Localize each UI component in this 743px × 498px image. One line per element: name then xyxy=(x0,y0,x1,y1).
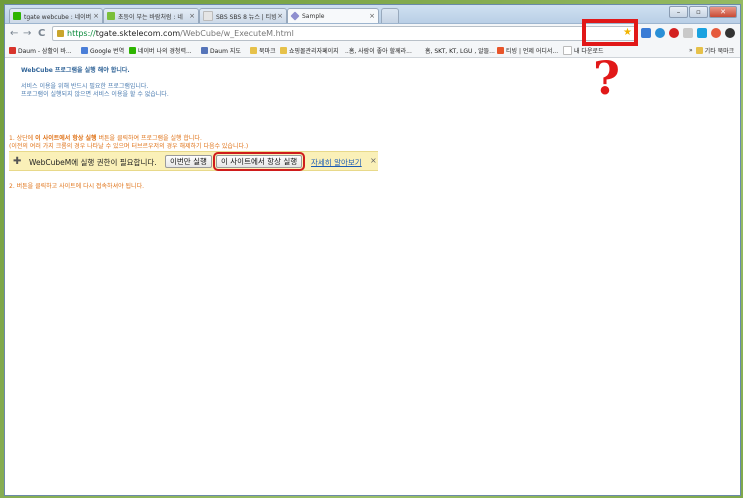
bookmark-folder[interactable]: 북마크 xyxy=(250,46,276,55)
bookmark-label: 흠, SKT, KT, LGU , 알뜰... xyxy=(425,48,495,55)
tab-sbs-tving[interactable]: SBS SBS 8 뉴스 | 티빙 × xyxy=(199,8,287,23)
close-button[interactable]: ✕ xyxy=(709,6,737,18)
bookmark-folder[interactable]: 쇼핑몰관리자페이지 xyxy=(280,46,339,55)
daum-icon xyxy=(9,47,16,54)
annotation-highlight-box xyxy=(582,19,638,46)
tab-sample[interactable]: Sample × xyxy=(287,8,379,23)
tab-close-icon[interactable]: × xyxy=(277,12,283,20)
folder-icon xyxy=(695,47,703,54)
google-icon xyxy=(81,47,88,54)
tab-label: 초등이 부는 바람처럼 : 네 xyxy=(118,13,183,21)
back-button[interactable]: ← xyxy=(10,28,18,40)
reload-button[interactable]: C xyxy=(38,28,45,40)
step-1-note: (이전의 여러 가지 크롬의 경우 나타날 수 있으며 터브르우저의 경우 해제… xyxy=(9,143,249,150)
forward-button[interactable]: → xyxy=(23,28,31,40)
plugin-infobar: ✚ WebCubeM에 실행 권한이 필요합니다. 이번만 실행 이 사이트에서… xyxy=(9,151,378,171)
address-bar[interactable]: https:// tgate.sktelecom.com /WebCube/w_… xyxy=(52,26,637,41)
maximize-button[interactable]: ▫ xyxy=(689,6,708,18)
sbs-icon xyxy=(203,11,213,21)
tving-icon xyxy=(497,47,504,54)
tab-close-icon[interactable]: × xyxy=(369,12,375,20)
puzzle-piece-icon: ✚ xyxy=(13,156,22,167)
bookmark-item[interactable]: ..흠, 사람이 좋아 할께라... xyxy=(345,46,412,55)
menu-icon[interactable]: ≡ xyxy=(739,28,741,38)
tab-close-icon[interactable]: × xyxy=(93,12,99,20)
bookmark-item[interactable]: 네이버 나의 경청력... xyxy=(129,46,192,55)
page-icon xyxy=(563,46,572,55)
browser-window: tgate webcube : 네이버 .. × 초등이 부는 바람처럼 : 네… xyxy=(4,4,741,496)
learn-more-link[interactable]: 자세히 알아보기 xyxy=(311,157,362,168)
naver-icon xyxy=(13,12,21,20)
bookmarks-bar: Daum - 삼활이 바... Google 번역 네이버 나의 경청력... … xyxy=(5,44,740,58)
folder-icon xyxy=(280,47,287,54)
bookmark-item[interactable]: 흠, SKT, KT, LGU , 알뜰... xyxy=(425,46,495,55)
always-run-button[interactable]: 이 사이트에서 항상 실행 xyxy=(212,152,306,171)
run-once-button[interactable]: 이번만 실행 xyxy=(165,155,212,168)
infobar-message: WebCubeM에 실행 권한이 필요합니다. xyxy=(29,158,157,167)
url-path: /WebCube/w_ExecuteM.html xyxy=(180,29,294,38)
bookmark-label: 쇼핑몰관리자페이지 xyxy=(289,48,339,55)
annotation-question-mark: ? xyxy=(593,51,620,105)
description-line: 프로그램이 실행되지 않으면 서비스 이용을 할 수 없습니다. xyxy=(21,91,169,98)
ext-abp-icon[interactable] xyxy=(669,28,679,38)
lock-icon xyxy=(57,30,64,37)
naver-icon xyxy=(129,47,136,54)
ext-circle-icon[interactable] xyxy=(711,28,721,38)
tab-label: tgate webcube : 네이버 .. xyxy=(24,13,94,21)
tab-blog[interactable]: 초등이 부는 바람처럼 : 네 × xyxy=(103,8,199,23)
bookmark-label: ..흠, 사람이 좋아 할께라... xyxy=(345,48,412,55)
ext-box-icon[interactable] xyxy=(697,28,707,38)
url-scheme: https:// xyxy=(67,29,96,38)
minimize-button[interactable]: – xyxy=(669,6,688,18)
tab-close-icon[interactable]: × xyxy=(189,12,195,20)
bookmark-item[interactable]: Google 번역 xyxy=(81,46,124,55)
tab-label: SBS SBS 8 뉴스 | 티빙 xyxy=(216,13,277,21)
other-bookmarks[interactable]: » 기타 북마크 xyxy=(689,46,734,55)
extension-icons: ≡ xyxy=(641,28,741,38)
page-icon xyxy=(290,11,300,21)
tab-naver-tgate[interactable]: tgate webcube : 네이버 .. × xyxy=(9,8,103,23)
bookmark-label: Google 번역 xyxy=(90,48,125,55)
bookmark-item[interactable]: Daum 지도 xyxy=(201,46,241,55)
ext-dark-icon[interactable] xyxy=(725,28,735,38)
bookmark-item[interactable]: Daum - 삼활이 바... xyxy=(9,46,72,55)
daum-map-icon xyxy=(201,47,208,54)
blog-icon xyxy=(107,12,115,20)
bookmark-label: Daum - 삼활이 바... xyxy=(18,48,72,55)
url-host: tgate.sktelecom.com xyxy=(95,29,181,38)
infobar-close-icon[interactable]: × xyxy=(370,156,377,165)
page-content: WebCube 프로그램을 실행 해야 합니다. 서비스 이용을 위해 반드시 … xyxy=(5,58,740,495)
ext-u-icon[interactable] xyxy=(655,28,665,38)
window-controls: – ▫ ✕ xyxy=(669,6,737,18)
bookmark-label: 북마크 xyxy=(259,48,276,55)
step-2-text: 2. 버튼을 클릭하고 사이트에 다시 접속하셔야 됩니다. xyxy=(9,183,144,190)
tab-label: Sample xyxy=(302,12,325,20)
bookmark-item[interactable]: 티빙 | 언제 어디서... xyxy=(497,46,558,55)
new-tab-button[interactable] xyxy=(381,8,399,23)
folder-icon xyxy=(250,47,257,54)
ext-hand-icon[interactable] xyxy=(683,28,693,38)
ext-lock-icon[interactable] xyxy=(641,28,651,38)
bookmark-label: 네이버 나의 경청력... xyxy=(138,48,192,55)
bookmark-label: Daum 지도 xyxy=(210,48,241,55)
bookmark-label: 티빙 | 언제 어디서... xyxy=(506,48,559,55)
bookmark-label: 기타 북마크 xyxy=(704,48,735,55)
page-title: WebCube 프로그램을 실행 해야 합니다. xyxy=(21,67,130,74)
